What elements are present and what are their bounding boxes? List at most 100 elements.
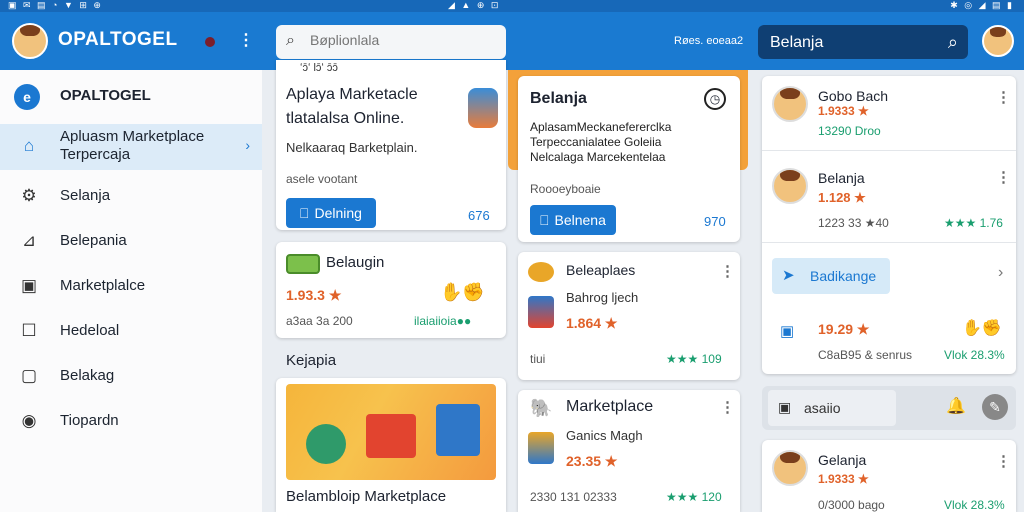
sidebar-item-tiopardn[interactable]: ◉ Tiopardn [0, 399, 262, 443]
sidebar-item-belakag[interactable]: ▢ Belakag [0, 354, 262, 398]
user-price: 1.9333 ★ [818, 472, 869, 486]
featured-line-2: Terpeccanialatee Goleiia [530, 135, 662, 149]
more-vert-icon[interactable]: ⋮ [996, 452, 1011, 470]
sidebar-item-marketplace[interactable]: ⌂ Apluasm Marketplace Terpercaja › [0, 124, 262, 170]
record-dot-icon [205, 37, 215, 47]
featured-line-1: AplasamMeckanefererclka [530, 120, 672, 134]
sidebar-item-selanja[interactable]: ⚙ Selanja [0, 174, 262, 218]
store-icon: ▣ [20, 276, 38, 295]
product-price: 23.35 ★ [566, 453, 618, 469]
user-card-gelanja[interactable]: Gelanja 1.9333 ★ 0/3000 bago Vlok 28.3% … [762, 440, 1016, 512]
bag-icon: ⊿ [21, 231, 37, 250]
profile-avatar[interactable] [982, 25, 1014, 57]
delning-button[interactable]: ⎕ Delning [286, 198, 376, 228]
toy-blocks-icon [528, 432, 554, 464]
product-card-marketplace[interactable]: 🐘 Marketplace ⋮ Ganics Magh 23.35 ★ 2330… [518, 390, 740, 512]
edit-icon[interactable]: ✎ [982, 394, 1008, 420]
user-meta: 1223 33 ★40 [818, 216, 889, 230]
user-avatar[interactable] [12, 23, 48, 59]
hero-top-text: ʻɔ̄ʻ Ɩɔ̄ʻ ɔ̄ɔ̄ [300, 62, 338, 74]
sidebar-item-label: Belepania [60, 232, 127, 249]
cash-icon [286, 254, 320, 274]
user-price: 1.9333 ★ [818, 104, 869, 118]
hero-card[interactable]: ʻɔ̄ʻ Ɩɔ̄ʻ ɔ̄ɔ̄ Aplaya Marketacle tlatala… [276, 60, 506, 230]
brand-title: OPALTOGEL [58, 29, 178, 50]
more-vert-icon[interactable]: ⋮ [996, 88, 1011, 106]
user-rating: ★★★ 1.76 [944, 216, 1003, 230]
product-rating: ★★★ 109 [666, 352, 722, 366]
item-meta: C8aB95 & senrus [818, 348, 913, 362]
square-icon: ▢ [20, 366, 38, 385]
bookmark-icon: ⎕ [540, 212, 549, 228]
search-bar[interactable]: ⌕ [276, 25, 506, 59]
avatar[interactable] [772, 450, 808, 486]
avatar[interactable] [772, 86, 808, 122]
chevron-right-icon[interactable]: › [998, 264, 1003, 282]
right-search-bar[interactable]: Belanja ⌕ [758, 25, 968, 59]
logo-icon: e [14, 84, 40, 110]
pin-icon: ➤ [782, 267, 795, 284]
sidebar-item-belepania[interactable]: ⊿ Belepania [0, 219, 262, 263]
sidebar-item-label: Hedeloal [60, 322, 120, 339]
chat-icon: ▣ [778, 399, 792, 415]
sidebar-item-label: Marketplalce [60, 277, 146, 294]
divider [762, 150, 1016, 151]
shopping-banner-image [286, 384, 496, 480]
product-title: Beleaplaes [566, 262, 636, 278]
item-rating: Vlok 28.3% [944, 348, 1005, 362]
user-meta: 0/3000 bago [818, 498, 885, 512]
product-subtitle: Bahrog ljech [566, 290, 639, 305]
item-price: 19.29 ★ [818, 321, 870, 337]
product-card-beleaplaes[interactable]: Beleaplaes ⋮ Bahrog ljech 1.864 ★ tiui ★… [518, 252, 740, 380]
more-vert-icon[interactable]: ⋮ [720, 262, 735, 280]
coin-icon [528, 262, 554, 282]
gear-icon: ⚙ [21, 186, 37, 205]
hero-count: 676 [468, 208, 490, 223]
chevron-right-icon: › [245, 137, 250, 153]
sidebar-item-hedeloal[interactable]: ☐ Hedeloal [0, 309, 262, 353]
product-card-belaugin[interactable]: Belaugin 1.93.3 ★ ✋✊ a3aa 3a 200 ilaiaii… [276, 242, 506, 338]
status-icons-middle: ◢ ▲ ⊕ ⊡ [448, 0, 501, 10]
users-card: Gobo Bach 1.9333 ★ 13290 Droo ⋮ Belanja … [762, 76, 1016, 374]
hero-title-2: tlatalalsa Online. [286, 110, 405, 127]
hero-title-1: Aplaya Marketacle [286, 86, 418, 103]
status-icons-left: ▣ ✉ ▤ ◔ ▼ ⊞ ⊕ [8, 0, 103, 10]
avatar[interactable] [772, 168, 808, 204]
sidebar-item-label: Apluasm Marketplace Terpercaja [60, 128, 205, 163]
featured-meta: Roooeyboaie [530, 182, 601, 196]
hands-icon: ✋✊ [440, 282, 485, 302]
search-chip[interactable]: ▣ asaiio [768, 390, 896, 426]
search-icon[interactable]: ⌕ [948, 32, 958, 53]
notification-icon[interactable]: 🔔 [946, 396, 966, 416]
search-input[interactable] [310, 32, 490, 48]
status-bar: ▣ ✉ ▤ ◔ ▼ ⊞ ⊕ ◢ ▲ ⊕ ⊡ ✱ ◎ ◢ ▤ ▮ [0, 0, 1024, 12]
user-name: Gelanja [818, 452, 867, 468]
action-bar: ▣ asaiio 🔔 ✎ [762, 386, 1016, 430]
box-icon: ☐ [21, 321, 37, 340]
featured-card[interactable]: Belanja ◷ AplasamMeckanefererclka Terpec… [518, 76, 740, 242]
toy-blocks-icon [528, 296, 554, 328]
record-icon: ◉ [21, 411, 37, 430]
bookmark-icon: ⎕ [300, 205, 309, 221]
product-subtitle: Ganics Magh [566, 428, 643, 443]
sidebar-item-marketplalce[interactable]: ▣ Marketplalce [0, 264, 262, 308]
more-vert-icon[interactable]: ⋮ [720, 398, 735, 416]
more-vert-icon[interactable]: ⋮ [996, 168, 1011, 186]
section-heading: Kejapia [286, 352, 337, 369]
product-meta: tiui [530, 352, 546, 366]
search-icon: ⌕ [286, 32, 295, 49]
clock-icon[interactable]: ◷ [704, 88, 726, 110]
status-icons-right: ✱ ◎ ◢ ▤ ▮ [950, 0, 1014, 10]
sidebar-title: OPALTOGEL [60, 87, 151, 104]
user-meta: 13290 Droo [818, 124, 881, 138]
badikange-chip[interactable]: ➤ Badikange [772, 258, 890, 294]
belnena-button[interactable]: ⎕ Belnena [530, 205, 616, 235]
banner-card[interactable]: Belambloip Marketplace [276, 378, 506, 512]
message-icon: ▣ [780, 323, 795, 340]
sidebar-item-label: Selanja [60, 187, 111, 204]
user-name: Gobo Bach [818, 88, 889, 104]
more-vert-icon[interactable]: ⋮ [238, 30, 254, 50]
banner-title: Belambloip Marketplace [286, 488, 447, 505]
kids-illustration-icon [468, 88, 498, 128]
product-rating: ★★★ 120 [666, 490, 722, 504]
